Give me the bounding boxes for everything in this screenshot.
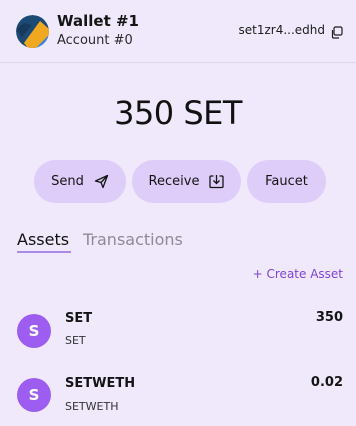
asset-symbol: SET (65, 311, 93, 326)
account-name: Account #0 (57, 33, 133, 48)
wallet-header: Wallet #1 Account #0 set1zr4...edhd (0, 0, 356, 63)
asset-name: SET (65, 334, 86, 347)
active-tab-indicator (17, 251, 71, 253)
send-button[interactable]: Send (34, 160, 126, 203)
tab-transactions[interactable]: Transactions (83, 230, 183, 249)
copy-icon[interactable] (330, 24, 343, 39)
paper-plane-icon (94, 174, 109, 189)
receive-button[interactable]: Receive (132, 160, 241, 203)
asset-row[interactable]: S SET SET 350 (0, 302, 356, 362)
faucet-button[interactable]: Faucet (247, 160, 326, 203)
asset-name: SETWETH (65, 400, 119, 413)
wallet-app: Wallet #1 Account #0 set1zr4...edhd 350 … (0, 0, 356, 426)
create-asset-link[interactable]: + Create Asset (253, 267, 343, 281)
receive-label: Receive (148, 174, 200, 189)
balance-display: 350 SET (114, 94, 242, 132)
asset-amount: 350 (315, 310, 343, 325)
address-text: set1zr4...edhd (238, 23, 325, 37)
address-copy-button[interactable]: set1zr4...edhd (238, 23, 343, 39)
tab-assets[interactable]: Assets (17, 230, 69, 249)
asset-badge: S (17, 378, 51, 412)
wallet-avatar[interactable] (16, 15, 49, 48)
wallet-avatar-graphic (16, 15, 49, 48)
wallet-title: Wallet #1 (57, 12, 139, 30)
asset-amount: 0.02 (310, 375, 343, 390)
asset-symbol: SETWETH (65, 376, 136, 391)
download-tray-icon (209, 174, 225, 189)
faucet-label: Faucet (265, 174, 308, 189)
asset-row[interactable]: S SETWETH SETWETH 0.02 (0, 366, 356, 426)
asset-badge: S (17, 314, 51, 348)
send-label: Send (51, 174, 84, 189)
